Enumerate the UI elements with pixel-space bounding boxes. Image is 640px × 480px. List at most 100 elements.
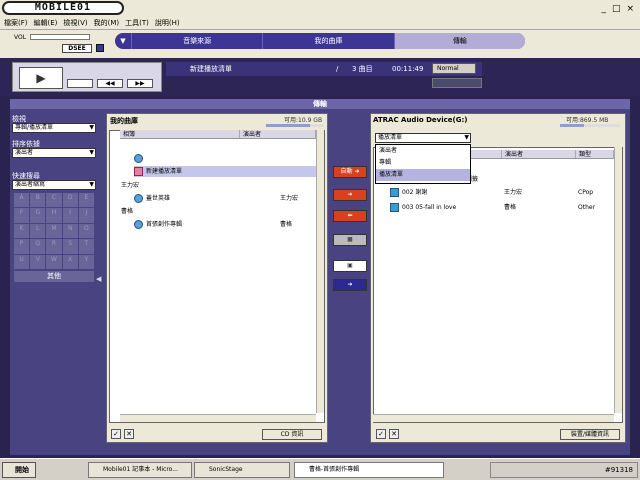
dsee-toggle[interactable] [96,44,104,52]
cd-info-button[interactable]: CD 資訊 [262,429,322,440]
menu-help[interactable]: 說明(H) [155,18,180,28]
letter-button[interactable]: U [14,254,30,269]
disc-icon [134,154,143,163]
minimize-icon[interactable]: _ [601,4,606,14]
close-icon[interactable]: × [626,4,634,14]
prev-track-button[interactable]: ◀◀ [97,79,123,88]
letter-button[interactable]: T [78,239,94,254]
list-item[interactable]: 首張創作專輯 曹格 [134,219,316,230]
music-note-icon [390,203,399,212]
maximize-icon[interactable]: □ [612,4,621,14]
stop-icon[interactable] [67,79,93,88]
letter-button[interactable]: V [30,254,46,269]
next-track-button[interactable]: ▶▶ [127,79,153,88]
col-genre[interactable]: 類型 [576,150,614,158]
menu-view[interactable]: 檢視(V) [63,18,87,28]
letter-button[interactable]: F [14,208,30,223]
letter-button[interactable]: E [78,193,94,208]
app-header: VOL DSEE ▼ 音樂來源 我的曲庫 傳輸 [0,30,640,58]
playlist-buttons[interactable] [432,78,482,88]
letter-button[interactable]: O [78,223,94,239]
tab-transfer[interactable]: 傳輸 [393,33,525,49]
task-sonicstage[interactable]: SonicStage [194,462,290,478]
tab-music-source[interactable]: 音樂來源 [131,33,262,49]
menu-bar: MOBILE01 檔案(F) 編輯(E) 檢視(V) 我的(M) 工具(T) 說… [0,0,640,30]
playback-mode-select[interactable]: Normal [432,63,476,74]
letter-button[interactable]: N [62,223,78,239]
stop-transfer-button[interactable]: ■ [333,234,367,246]
letter-button[interactable]: G [30,208,46,223]
letter-button[interactable]: S [62,239,78,254]
volume-slider[interactable] [30,34,90,40]
transfer-to-library-button[interactable]: ⬅ [333,210,367,222]
list-item[interactable]: 蓋世英雄 王力宏 [134,193,316,204]
collapse-left-icon[interactable]: ◀ [96,275,101,283]
disc-icon [134,220,143,229]
col-album[interactable]: 相簿 [120,130,240,138]
play-button[interactable]: ▶ [19,67,63,89]
menu-edit[interactable]: 編輯(E) [34,18,58,28]
dropdown-option-playlist[interactable]: 播放清單 [376,169,470,181]
volume-label: VOL [14,34,27,41]
check-all-icon[interactable]: ✓ [111,429,121,439]
window-controls: _ □ × [601,4,634,14]
uncheck-all-icon[interactable]: ✕ [124,429,134,439]
menu-tools[interactable]: 工具(T) [125,18,149,28]
uncheck-all-icon[interactable]: ✕ [389,429,399,439]
next-arrow-button[interactable]: ➜ [333,279,367,291]
check-all-icon[interactable]: ✓ [376,429,386,439]
chevron-down-icon: ▼ [464,134,469,141]
view-select[interactable]: 專輯/播放清單 ▼ [12,123,96,133]
library-scrollbar-v[interactable] [316,130,324,413]
letter-button[interactable]: M [46,223,62,239]
library-scrollbar-h[interactable] [120,414,316,422]
letter-button[interactable]: A [14,193,30,208]
letter-button[interactable]: C [46,193,62,208]
device-settings-icon[interactable]: ▣ [333,260,367,272]
list-item[interactable] [134,153,316,164]
auto-transfer-button[interactable]: 自動 ➜ [333,166,367,178]
letter-button[interactable]: W [46,254,62,269]
task-album[interactable]: 曹格-首張創作專輯 [294,462,444,478]
col-artist[interactable]: 演出者 [502,150,576,158]
dropdown-option-artist[interactable]: 演出者 [376,145,470,157]
device-scrollbar-v[interactable] [614,147,622,413]
quick-search-select[interactable]: 演出者縮寫 ▼ [12,180,96,190]
letter-button[interactable]: Q [30,239,46,254]
sort-select[interactable]: 演出者 ▼ [12,148,96,158]
letter-button[interactable]: R [46,239,62,254]
device-info-button[interactable]: 裝置/媒體資訊 [560,429,620,440]
letter-button[interactable]: J [78,208,94,223]
letter-button[interactable]: I [62,208,78,223]
letter-button[interactable]: H [46,208,62,223]
device-scrollbar-h[interactable] [373,414,614,422]
tab-my-library[interactable]: 我的曲庫 [262,33,393,49]
letter-button[interactable]: D [62,193,78,208]
device-capacity-bar [560,124,620,127]
col-artist[interactable]: 演出者 [240,130,316,138]
letter-button[interactable]: B [30,193,46,208]
list-item[interactable]: 新建播放清單 [134,166,316,177]
mode-left-arrow-icon[interactable]: ▼ [115,33,131,49]
menu-file[interactable]: 檔案(F) [4,18,28,28]
device-view-dropdown: 演出者 專輯 播放清單 [375,144,471,184]
track-count: 3 曲目 [352,65,373,73]
player-controls: ▶ ◀◀ ▶▶ [12,62,162,92]
letter-button[interactable]: L [30,223,46,239]
letter-button[interactable]: K [14,223,30,239]
dropdown-option-album[interactable]: 專輯 [376,157,470,169]
track-row[interactable]: 002 謝謝 王力宏 CPop [390,187,616,198]
chevron-down-icon: ▼ [89,149,94,156]
letter-button[interactable]: X [62,254,78,269]
track-row[interactable]: 003 05-fall in love 曹格 Other [390,202,616,213]
letter-button[interactable]: P [14,239,30,254]
transfer-to-device-button[interactable]: ➜ [333,189,367,201]
group-label: 曹格 [121,208,134,215]
task-notepad[interactable]: Mobile01 記事本 - Micro... [88,462,192,478]
app-logo: MOBILE01 [2,1,124,15]
device-view-select[interactable]: 播放清單 ▼ [375,133,471,143]
letter-button[interactable]: Y [78,254,94,269]
other-letters-button[interactable]: 其他 [14,271,94,282]
start-button[interactable]: 開始 [2,462,36,478]
menu-my[interactable]: 我的(M) [94,18,120,28]
